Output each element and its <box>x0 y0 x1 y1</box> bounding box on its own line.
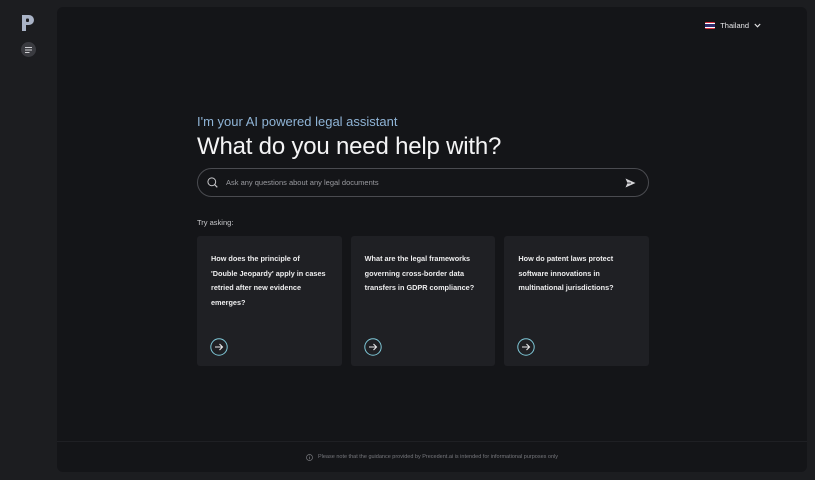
arrow-right-circle-icon[interactable] <box>210 338 228 356</box>
info-icon <box>306 453 313 461</box>
suggestion-text: What are the legal frameworks governing … <box>364 254 475 292</box>
language-selector[interactable]: Thailand <box>705 21 761 30</box>
thailand-flag-icon <box>705 22 716 29</box>
suggestion-text: How do patent laws protect software inno… <box>518 254 614 292</box>
suggestions-heading: Try asking: <box>197 218 234 227</box>
arrow-right-circle-icon[interactable] <box>363 338 382 356</box>
hero-subtitle: I'm your AI powered legal assistant <box>197 114 398 129</box>
suggestion-card[interactable]: How does the principle of 'Double Jeopar… <box>197 236 342 366</box>
search-bar[interactable] <box>197 168 649 197</box>
send-icon[interactable] <box>625 178 636 188</box>
suggestion-card[interactable]: What are the legal frameworks governing … <box>350 236 496 366</box>
sidebar <box>0 0 57 480</box>
hero-section: I'm your AI powered legal assistant What… <box>197 114 650 366</box>
main-panel: Thailand I'm your AI powered legal assis… <box>57 7 807 472</box>
footer-disclaimer: Please note that the guidance provided b… <box>317 454 558 460</box>
language-label: Thailand <box>720 21 749 30</box>
app-logo-icon[interactable] <box>20 14 36 32</box>
arrow-right-circle-icon[interactable] <box>517 338 536 356</box>
chevron-down-icon <box>754 23 761 28</box>
suggestion-cards: How does the principle of 'Double Jeopar… <box>197 236 650 366</box>
footer: Please note that the guidance provided b… <box>57 441 807 472</box>
suggestion-card[interactable]: How do patent laws protect software inno… <box>504 236 650 366</box>
menu-button[interactable] <box>21 42 36 57</box>
menu-lines-icon <box>25 46 32 53</box>
search-input[interactable] <box>224 177 625 188</box>
suggestion-text: How does the principle of 'Double Jeopar… <box>211 254 326 307</box>
page-title: What do you need help with? <box>197 133 502 160</box>
search-icon <box>207 177 218 188</box>
